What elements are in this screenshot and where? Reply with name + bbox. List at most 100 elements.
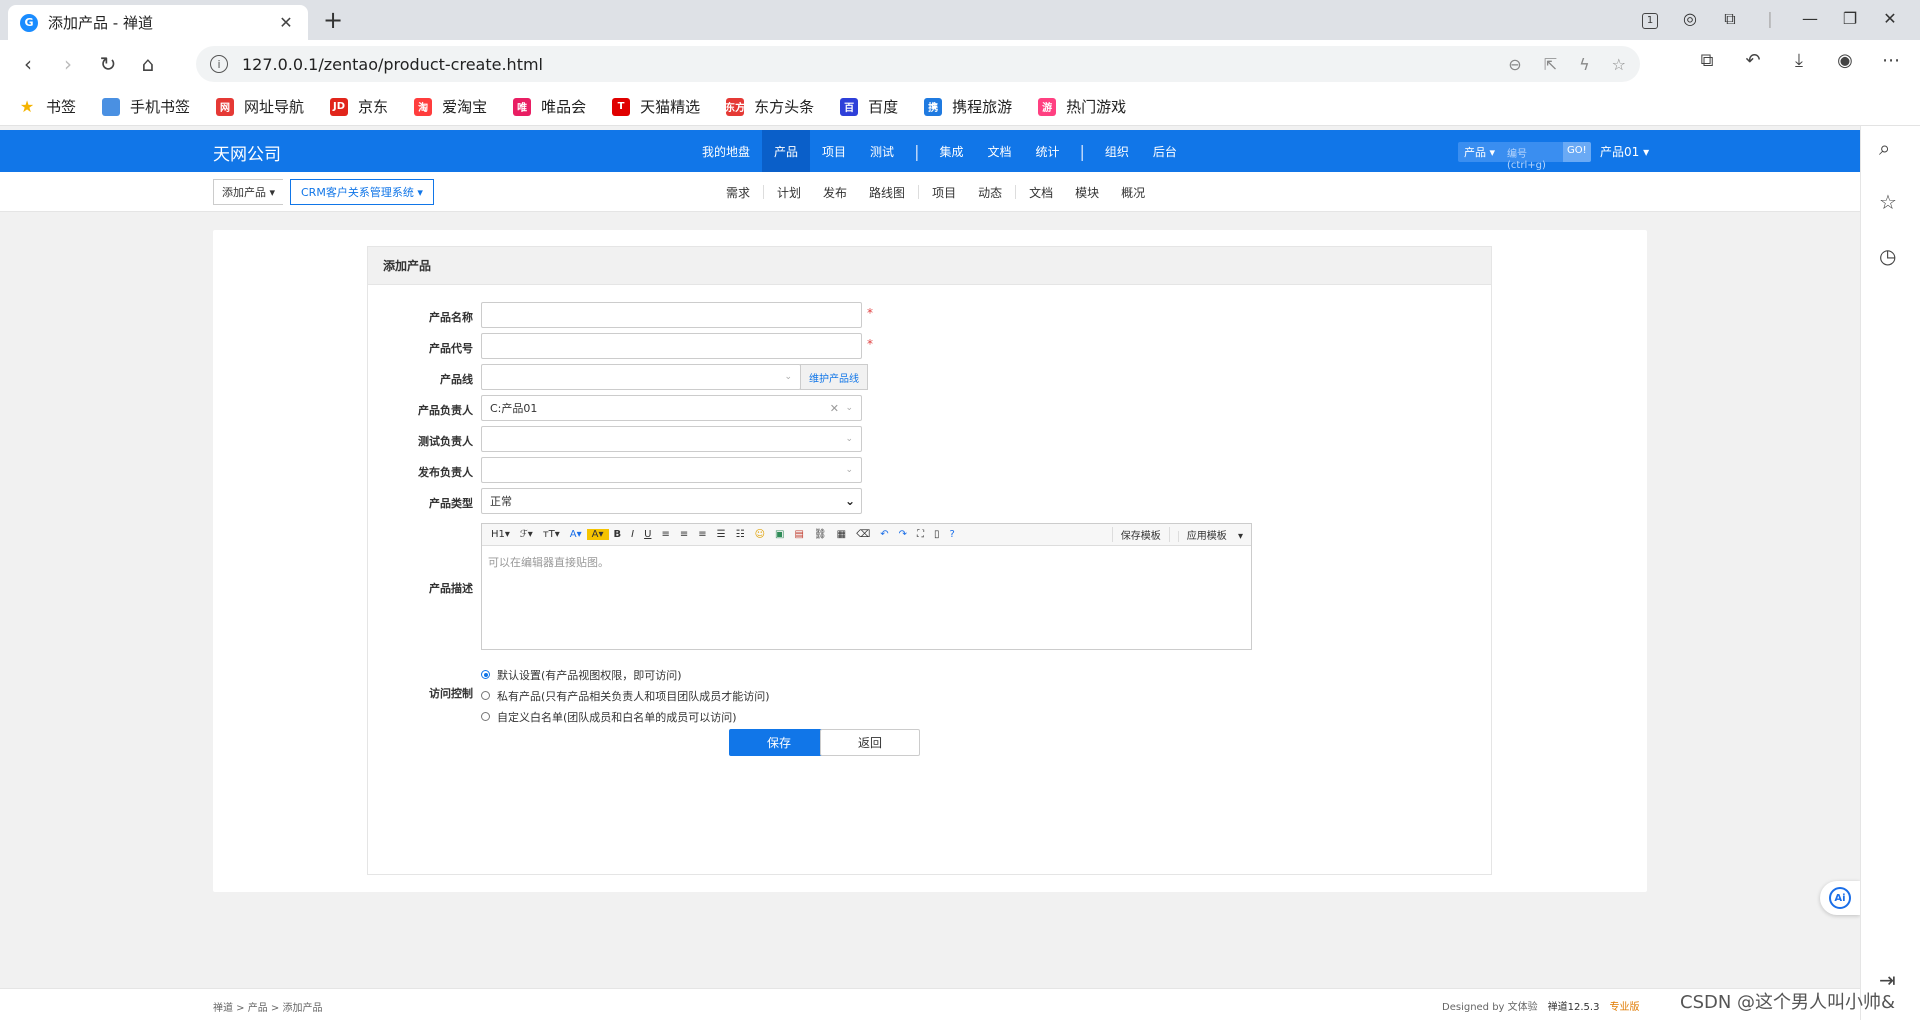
bookmark-item[interactable]: 手机书签 (102, 96, 190, 117)
zoom-icon[interactable]: ⊖ (1508, 55, 1521, 74)
save-button[interactable]: 保存 (729, 729, 829, 756)
extensions-icon[interactable]: ⧉ (1710, 9, 1750, 29)
qa-owner-select[interactable]: ⌄ (481, 426, 862, 452)
subnav-view[interactable]: 概况 (1110, 184, 1156, 201)
reload-icon[interactable]: ↻ (88, 52, 128, 76)
source-icon[interactable]: ▯ (929, 529, 945, 540)
maintain-product-line-button[interactable]: 维护产品线 (800, 364, 868, 390)
site-info-icon[interactable]: i (210, 55, 228, 73)
nav-product[interactable]: 产品 (762, 130, 811, 172)
underline-icon[interactable]: U (639, 529, 656, 540)
url-field[interactable]: i 127.0.0.1/zentao/product-create.html ⊖… (196, 46, 1640, 82)
font-size-icon[interactable]: тT▾ (538, 529, 565, 540)
nav-ci[interactable]: 集成 (927, 130, 975, 172)
history-clock-icon[interactable]: ◷ (1879, 244, 1896, 268)
nav-company[interactable]: 组织 (1093, 130, 1141, 172)
bookmark-item[interactable]: T 天猫精选 (612, 96, 700, 117)
bookmark-item[interactable]: 唯唯品会 (513, 96, 586, 117)
restore-icon[interactable]: ❐ (1830, 9, 1870, 28)
profile-avatar-icon[interactable]: ◉ (1822, 50, 1868, 71)
align-right-icon[interactable]: ≡ (693, 529, 711, 540)
product-code-input[interactable] (481, 333, 862, 359)
apply-template-button[interactable]: 应用模板 ▾ (1168, 527, 1251, 542)
subnav-dynamic[interactable]: 动态 (967, 184, 1013, 201)
nav-qa[interactable]: 测试 (858, 130, 906, 172)
bookmark-item[interactable]: 携携程旅游 (924, 96, 1012, 117)
link-icon[interactable]: ⛓ (809, 529, 832, 540)
search-go-button[interactable]: GO! (1563, 142, 1591, 162)
undo-icon[interactable]: ↶ (875, 529, 893, 540)
subnav-module[interactable]: 模块 (1064, 184, 1110, 201)
nav-my[interactable]: 我的地盘 (690, 130, 762, 172)
subnav-roadmap[interactable]: 路线图 (858, 184, 916, 201)
fullscreen-icon[interactable]: ⛶ (912, 529, 929, 540)
close-tab-icon[interactable]: ✕ (276, 13, 296, 32)
extension-puzzle-icon[interactable]: ⧉ (1684, 50, 1730, 71)
emoticon-icon[interactable]: ☺ (750, 529, 770, 540)
font-color-icon[interactable]: A▾ (565, 529, 587, 540)
bookmark-star-icon[interactable]: ☆ (1612, 55, 1626, 74)
incognito-icon[interactable]: ◎ (1670, 9, 1710, 28)
bold-icon[interactable]: B (609, 529, 627, 540)
acl-option-default[interactable]: 默认设置(有产品视图权限，即可访问) (481, 667, 770, 682)
redo-icon[interactable]: ↷ (894, 529, 912, 540)
italic-icon[interactable]: I (626, 529, 639, 540)
highlight-color-icon[interactable]: A▾ (586, 529, 609, 540)
product-line-select[interactable]: ⌄ (481, 364, 801, 390)
home-icon[interactable]: ⌂ (128, 52, 168, 76)
subnav-plan[interactable]: 计划 (766, 184, 812, 201)
product-owner-select[interactable]: C:产品01 ✕ ⌄ (481, 395, 862, 421)
download-icon[interactable]: ⤓ (1776, 50, 1822, 71)
nav-admin[interactable]: 后台 (1141, 130, 1189, 172)
nav-doc[interactable]: 文档 (975, 130, 1023, 172)
acl-option-custom[interactable]: 自定义白名单(团队成员和白名单的成员可以访问) (481, 709, 770, 724)
version-link[interactable]: 禅道12.5.3 (1548, 998, 1600, 1013)
user-menu[interactable]: 产品01 ▾ (1600, 143, 1649, 160)
subnav-project[interactable]: 项目 (921, 184, 967, 201)
company-brand[interactable]: 天网公司 (213, 140, 281, 165)
edition-badge[interactable]: 专业版 (1609, 998, 1639, 1013)
ai-assistant-button[interactable]: Ai (1820, 881, 1860, 915)
search-scope-select[interactable]: 产品 ▾ (1458, 142, 1502, 162)
browser-tab[interactable]: G 添加产品 - 禅道 ✕ (8, 5, 308, 40)
help-icon[interactable]: ? (945, 529, 960, 540)
minimize-icon[interactable]: — (1790, 9, 1830, 28)
align-center-icon[interactable]: ≡ (675, 529, 693, 540)
subnav-story[interactable]: 需求 (715, 184, 761, 201)
description-editor[interactable]: H1▾ ℱ▾ тT▾ A▾ A▾ B I U ≡ ≡ ≡ ☰ ☷ ☺ ▣ ▤ ⛓ (481, 523, 1252, 650)
bookmark-item[interactable]: 百百度 (840, 96, 898, 117)
acl-option-private[interactable]: 私有产品(只有产品相关负责人和项目团队成员才能访问) (481, 688, 770, 703)
bookmark-item[interactable]: JD 京东 (330, 96, 388, 117)
subnav-doc[interactable]: 文档 (1018, 184, 1064, 201)
search-icon[interactable]: ⌕ (1879, 136, 1890, 160)
product-type-select[interactable]: 正常 ⌄ (481, 488, 862, 514)
breadcrumb-product-switcher[interactable]: CRM客户关系管理系统 ▾ (290, 179, 434, 205)
font-family-icon[interactable]: ℱ▾ (515, 529, 538, 540)
menu-more-icon[interactable]: ⋯ (1868, 50, 1914, 71)
unordered-list-icon[interactable]: ☷ (731, 529, 750, 540)
align-left-icon[interactable]: ≡ (656, 529, 674, 540)
clear-icon[interactable]: ✕ (830, 402, 839, 415)
subnav-release[interactable]: 发布 (812, 184, 858, 201)
bookmark-item[interactable]: 淘爱淘宝 (414, 96, 487, 117)
code-icon[interactable]: ▤ (789, 529, 808, 540)
ordered-list-icon[interactable]: ☰ (712, 529, 731, 540)
new-tab-icon[interactable]: + (318, 6, 348, 34)
back-icon[interactable]: ‹ (8, 52, 48, 76)
bookmark-item[interactable]: 东方 东方头条 (725, 96, 814, 117)
release-owner-select[interactable]: ⌄ (481, 457, 862, 483)
flash-icon[interactable]: ϟ (1579, 55, 1590, 74)
bookmark-item[interactable]: ★ 书签 (18, 96, 76, 117)
forward-icon[interactable]: › (48, 52, 88, 76)
undo-close-icon[interactable]: ↶ (1730, 50, 1776, 71)
product-name-input[interactable] (481, 302, 862, 328)
image-icon[interactable]: ▣ (770, 529, 789, 540)
search-input[interactable]: 编号(ctrl+g) (1501, 142, 1564, 171)
table-icon[interactable]: ▦ (832, 529, 851, 540)
nav-project[interactable]: 项目 (810, 130, 858, 172)
back-button[interactable]: 返回 (820, 729, 920, 756)
close-window-icon[interactable]: ✕ (1870, 9, 1910, 28)
bookmark-item[interactable]: 网网址导航 (216, 96, 304, 117)
tab-count-icon[interactable]: 1 (1630, 8, 1670, 29)
footer-breadcrumb[interactable]: 禅道 > 产品 > 添加产品 (213, 999, 322, 1014)
